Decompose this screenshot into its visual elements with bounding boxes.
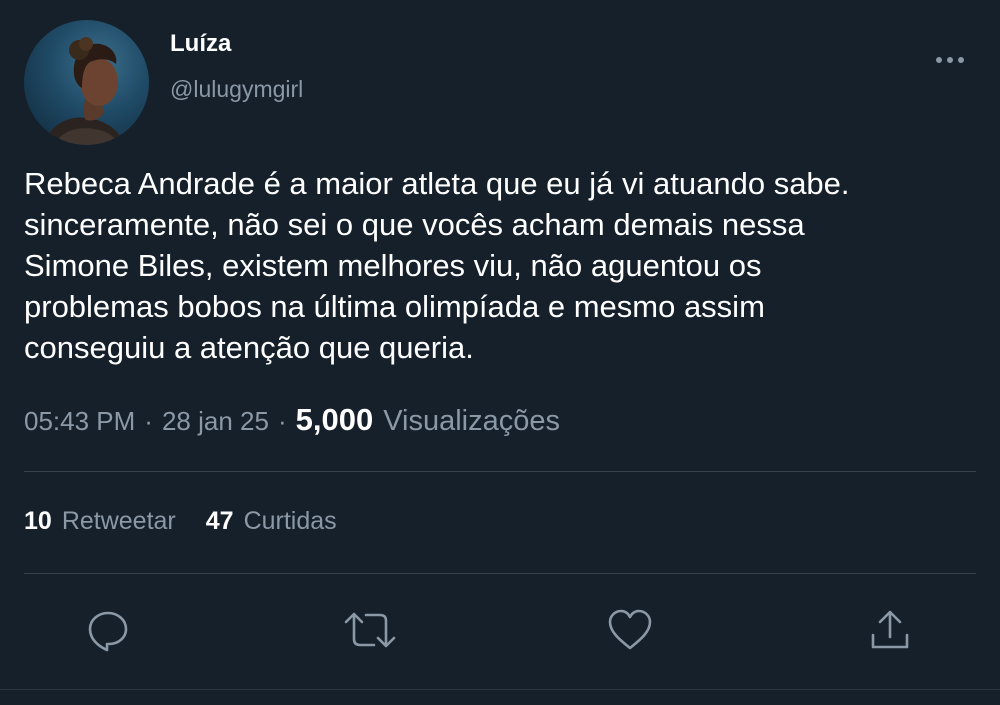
share-button[interactable] xyxy=(860,600,920,660)
avatar-image xyxy=(44,37,124,145)
reply-button[interactable] xyxy=(78,600,138,660)
avatar[interactable] xyxy=(24,20,149,145)
likes-label[interactable]: Curtidas xyxy=(244,507,337,536)
likes-count[interactable]: 47 xyxy=(206,507,234,536)
reply-icon xyxy=(88,611,128,652)
tweet-meta: 05:43 PM · 28 jan 25 · 5,000 Visualizaçõ… xyxy=(24,402,560,446)
engagement-stats: 10 Retweetar 47 Curtidas xyxy=(24,507,337,536)
heart-icon xyxy=(608,609,652,650)
like-button[interactable] xyxy=(600,600,660,660)
divider xyxy=(24,471,976,472)
more-options-button[interactable] xyxy=(930,48,970,72)
author-handle[interactable]: @lulugymgirl xyxy=(170,76,303,103)
views-count: 5,000 xyxy=(295,402,374,437)
action-bar xyxy=(0,600,1000,660)
retweets-label[interactable]: Retweetar xyxy=(62,507,176,536)
author-display-name[interactable]: Luíza xyxy=(170,30,231,58)
tweet-detail: Luíza @lulugymgirl Rebeca Andrade é a ma… xyxy=(0,0,1000,705)
retweet-icon xyxy=(344,612,396,648)
tweet-time[interactable]: 05:43 PM xyxy=(24,406,135,437)
views-label: Visualizações xyxy=(383,405,560,437)
tweet-date[interactable]: 28 jan 25 xyxy=(162,406,269,437)
bottom-divider xyxy=(0,689,1000,690)
more-horizontal-icon xyxy=(936,57,964,63)
retweet-button[interactable] xyxy=(340,600,400,660)
meta-separator: · xyxy=(277,406,287,436)
retweets-count[interactable]: 10 xyxy=(24,507,52,536)
divider xyxy=(24,573,976,574)
tweet-text: Rebeca Andrade é a maior atleta que eu j… xyxy=(24,166,850,365)
meta-separator: · xyxy=(144,406,153,436)
share-icon xyxy=(871,610,909,649)
